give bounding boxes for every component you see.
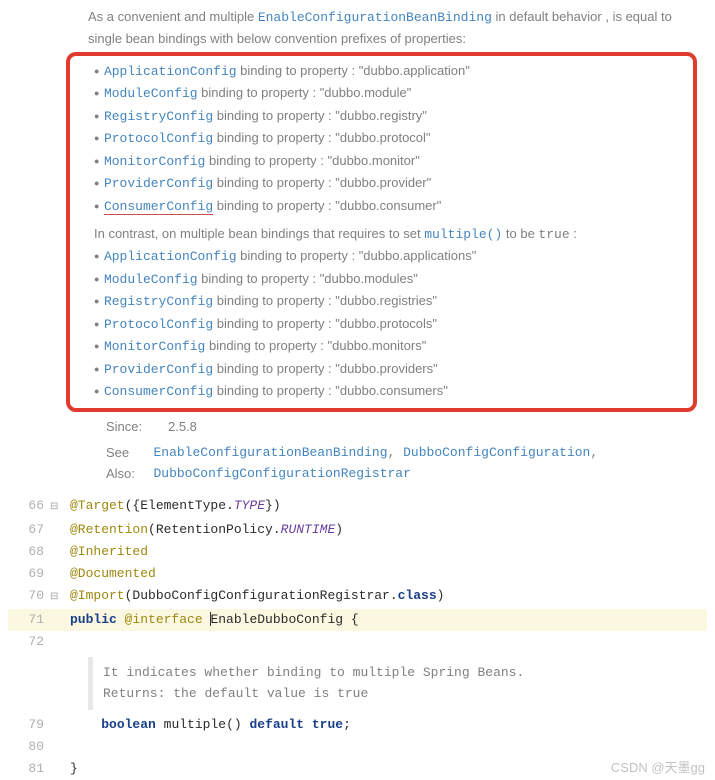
binding-text: binding to property : "dubbo.registries": [213, 293, 437, 308]
config-class-link[interactable]: ModuleConfig: [104, 272, 198, 287]
javadoc-block: As a convenient and multiple EnableConfi…: [8, 0, 707, 495]
line-number: 81: [8, 758, 52, 780]
code-line-70[interactable]: 70 ⊟ @Import(DubboConfigConfigurationReg…: [8, 585, 707, 609]
code-line-66[interactable]: 66 ⊟ @Target({ElementType.TYPE}): [8, 495, 707, 519]
fold-minus-icon[interactable]: ⊟: [50, 502, 58, 513]
code-line-79[interactable]: 79 boolean multiple() default true;: [8, 714, 707, 736]
config-class-link[interactable]: ConsumerConfig: [104, 199, 213, 215]
code-line-80[interactable]: 80: [8, 736, 707, 758]
list-item: ProtocolConfig binding to property : "du…: [94, 313, 687, 335]
code-line-81[interactable]: 81 }: [8, 758, 707, 780]
see-also-label: See Also:: [106, 442, 153, 485]
line-number: 69: [8, 563, 52, 585]
line-number: 66: [8, 495, 52, 519]
binding-text: binding to property : "dubbo.modules": [198, 271, 418, 286]
line-number: 71: [8, 609, 52, 631]
line-number: 67: [8, 519, 52, 541]
config-class-link[interactable]: ProtocolConfig: [104, 317, 213, 332]
returns-text: the default value is: [173, 686, 337, 701]
code-area[interactable]: 66 ⊟ @Target({ElementType.TYPE}) 67 @Ret…: [8, 495, 707, 780]
see-also-row: See Also: EnableConfigurationBeanBinding…: [88, 442, 697, 485]
see-also-link[interactable]: DubboConfigConfigurationRegistrar: [153, 466, 410, 481]
single-bindings-list: ApplicationConfig binding to property : …: [76, 60, 687, 217]
config-class-link[interactable]: RegistryConfig: [104, 109, 213, 124]
line-number: 70: [8, 585, 52, 609]
list-item: ModuleConfig binding to property : "dubb…: [94, 268, 687, 290]
binding-text: binding to property : "dubbo.monitors": [205, 338, 426, 353]
list-item: ProviderConfig binding to property : "du…: [94, 172, 687, 194]
config-class-link[interactable]: ModuleConfig: [104, 86, 198, 101]
code-line-72[interactable]: 72: [8, 631, 707, 653]
since-label: Since:: [106, 416, 168, 437]
list-item: ApplicationConfig binding to property : …: [94, 245, 687, 267]
see-also-links: EnableConfigurationBeanBinding, DubboCon…: [153, 442, 697, 485]
list-item: ProtocolConfig binding to property : "du…: [94, 127, 687, 149]
list-item: ModuleConfig binding to property : "dubb…: [94, 82, 687, 104]
config-class-link[interactable]: ProtocolConfig: [104, 131, 213, 146]
see-also-link[interactable]: EnableConfigurationBeanBinding: [153, 445, 387, 460]
doc-intro-before: As a convenient and multiple: [88, 9, 258, 24]
binding-text: binding to property : "dubbo.monitor": [205, 153, 419, 168]
code-line-71[interactable]: 71 public @interface EnableDubboConfig {: [8, 609, 707, 631]
method-javadoc: It indicates whether binding to multiple…: [88, 657, 707, 711]
binding-text: binding to property : "dubbo.providers": [213, 361, 438, 376]
method-doc-line1: It indicates whether binding to multiple…: [103, 663, 697, 684]
contrast-before: In contrast, on multiple bean bindings t…: [94, 226, 424, 241]
highlight-box: ApplicationConfig binding to property : …: [66, 52, 697, 413]
binding-text: binding to property : "dubbo.application…: [237, 248, 477, 263]
contrast-line: In contrast, on multiple bean bindings t…: [76, 223, 687, 245]
binding-text: binding to property : "dubbo.registry": [213, 108, 427, 123]
list-item: ConsumerConfig binding to property : "du…: [94, 380, 687, 402]
config-class-link[interactable]: MonitorConfig: [104, 339, 205, 354]
code-line-67[interactable]: 67 @Retention(RetentionPolicy.RUNTIME): [8, 519, 707, 541]
link-enable-configuration-bean-binding[interactable]: EnableConfigurationBeanBinding: [258, 10, 492, 25]
config-class-link[interactable]: ConsumerConfig: [104, 384, 213, 399]
code-line-68[interactable]: 68 @Inherited: [8, 541, 707, 563]
binding-text: binding to property : "dubbo.application…: [237, 63, 470, 78]
line-number: 79: [8, 714, 52, 736]
list-item: ProviderConfig binding to property : "du…: [94, 358, 687, 380]
config-class-link[interactable]: ProviderConfig: [104, 176, 213, 191]
binding-text: binding to property : "dubbo.provider": [213, 175, 431, 190]
binding-text: binding to property : "dubbo.consumers": [213, 383, 448, 398]
list-item: RegistryConfig binding to property : "du…: [94, 105, 687, 127]
contrast-code: true: [538, 227, 569, 242]
link-multiple-method[interactable]: multiple(): [424, 227, 502, 242]
line-number: 72: [8, 631, 52, 653]
line-number: 80: [8, 736, 52, 758]
config-class-link[interactable]: RegistryConfig: [104, 294, 213, 309]
binding-text: binding to property : "dubbo.protocol": [213, 130, 430, 145]
line-number: 68: [8, 541, 52, 563]
list-item: MonitorConfig binding to property : "dub…: [94, 150, 687, 172]
see-also-link[interactable]: DubboConfigConfiguration: [403, 445, 590, 460]
code-line-69[interactable]: 69 @Documented: [8, 563, 707, 585]
returns-label: Returns:: [103, 686, 165, 701]
contrast-after: :: [573, 226, 577, 241]
contrast-mid: to be: [506, 226, 539, 241]
fold-minus-icon[interactable]: ⊟: [50, 592, 58, 603]
list-item: RegistryConfig binding to property : "du…: [94, 290, 687, 312]
since-value: 2.5.8: [168, 416, 197, 437]
binding-text: binding to property : "dubbo.module": [198, 85, 412, 100]
list-item: ConsumerConfig binding to property : "du…: [94, 195, 687, 217]
binding-text: binding to property : "dubbo.consumer": [213, 198, 441, 213]
list-item: ApplicationConfig binding to property : …: [94, 60, 687, 82]
returns-code: true: [337, 686, 368, 701]
binding-text: binding to property : "dubbo.protocols": [213, 316, 437, 331]
config-class-link[interactable]: ApplicationConfig: [104, 64, 237, 79]
config-class-link[interactable]: ApplicationConfig: [104, 249, 237, 264]
since-row: Since: 2.5.8: [88, 416, 697, 437]
multiple-bindings-list: ApplicationConfig binding to property : …: [76, 245, 687, 402]
editor-viewport: As a convenient and multiple EnableConfi…: [0, 0, 715, 780]
config-class-link[interactable]: ProviderConfig: [104, 362, 213, 377]
list-item: MonitorConfig binding to property : "dub…: [94, 335, 687, 357]
config-class-link[interactable]: MonitorConfig: [104, 154, 205, 169]
